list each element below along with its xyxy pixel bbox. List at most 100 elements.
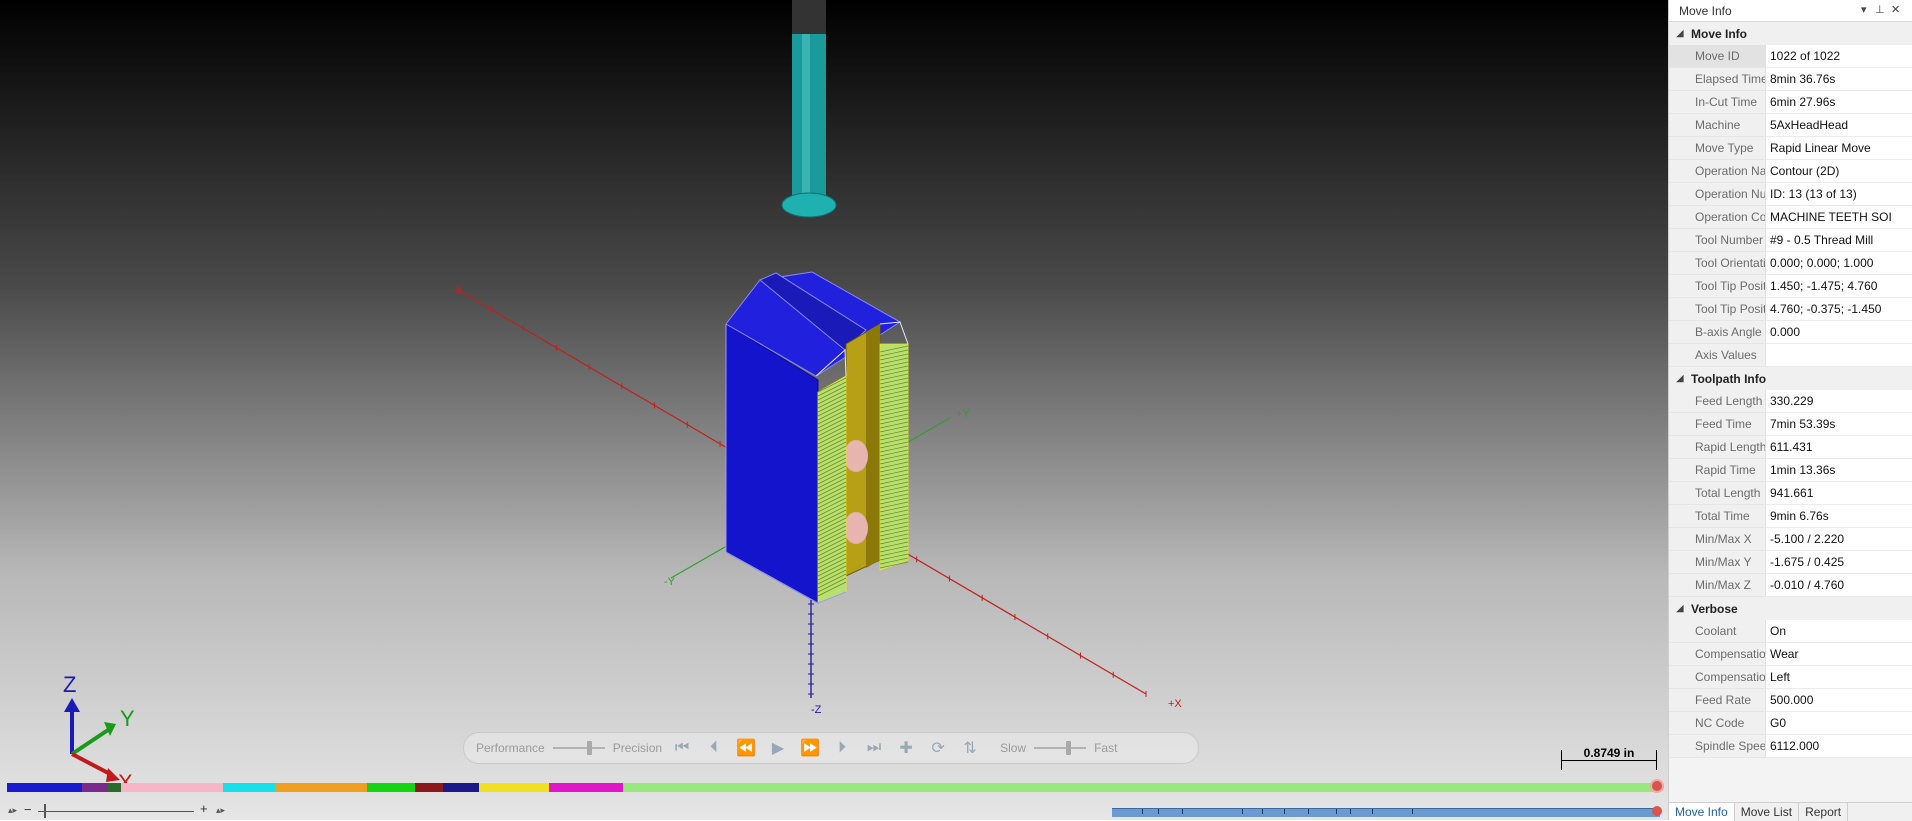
property-name: Feed Rate — [1669, 689, 1765, 712]
section-header[interactable]: ◢ Verbose — [1669, 597, 1912, 620]
scene-canvas[interactable] — [0, 0, 1668, 820]
scrubber-tick — [1412, 809, 1413, 814]
section-header[interactable]: ◢ Move Info — [1669, 22, 1912, 45]
property-row[interactable]: Compensation...Wear — [1669, 643, 1912, 666]
dropdown-icon[interactable]: ▾ — [1861, 3, 1867, 16]
timeline-segment[interactable] — [622, 783, 1657, 792]
property-row[interactable]: Min/Max X -5.100 / 2.220 — [1669, 528, 1912, 551]
timeline-segment[interactable] — [82, 783, 107, 792]
property-row[interactable]: Axis Values — [1669, 344, 1912, 367]
tab-move-info[interactable]: Move Info — [1669, 803, 1735, 821]
property-row[interactable]: Rapid Length 611.431 — [1669, 436, 1912, 459]
pin-icon[interactable]: ⊥ — [1875, 3, 1885, 16]
property-row[interactable]: Min/Max Z -0.010 / 4.760 — [1669, 574, 1912, 597]
section-title: Verbose — [1691, 601, 1738, 616]
zoom-control: ▴▸ − + ▴▸ — [0, 800, 240, 820]
property-name: Tool Tip Positio... — [1669, 298, 1765, 321]
timeline-segment[interactable] — [121, 783, 223, 792]
property-row[interactable]: Coolant On — [1669, 620, 1912, 643]
axis-label-plus-x: +X — [1168, 698, 1182, 710]
timeline-segment[interactable] — [548, 783, 623, 792]
speed-slider[interactable] — [1034, 741, 1087, 755]
property-row[interactable]: Min/Max Y -1.675 / 0.425 — [1669, 551, 1912, 574]
tab-move-list[interactable]: Move List — [1735, 803, 1800, 821]
property-row[interactable]: Total Length 941.661 — [1669, 482, 1912, 505]
performance-precision-slider[interactable] — [552, 741, 605, 755]
rewind-icon[interactable]: ⏪ — [734, 737, 758, 759]
property-row[interactable]: Compensation...Left — [1669, 666, 1912, 689]
skip-to-start-icon[interactable]: ⏮ — [670, 737, 694, 759]
property-row[interactable]: NC Code G0 — [1669, 712, 1912, 735]
timeline-segment[interactable] — [443, 783, 479, 792]
property-value: -5.100 / 2.220 — [1765, 528, 1912, 551]
property-row[interactable]: Operation Com...MACHINE TEETH SOI — [1669, 206, 1912, 229]
timeline-segment[interactable] — [275, 783, 367, 792]
axis-label-plus-y: +Y — [956, 408, 970, 420]
zoom-minus-button[interactable]: − — [24, 802, 32, 817]
property-row[interactable]: Spindle Speed6112.000 — [1669, 735, 1912, 758]
timeline-segment[interactable] — [223, 783, 275, 792]
axis-label-minus-x: -X — [452, 284, 463, 296]
property-row[interactable]: Feed Rate 500.000 — [1669, 689, 1912, 712]
simulation-viewport[interactable]: +X -X +Y -Y -Z Z Y X Performance Precisi… — [0, 0, 1668, 820]
scrubber-tick — [1372, 809, 1373, 814]
zoom-in-small-icon[interactable]: ▴▸ — [216, 805, 225, 816]
timeline-segment[interactable] — [478, 783, 549, 792]
skip-to-end-icon[interactable]: ⏭ — [862, 737, 886, 759]
property-row[interactable]: Machine 5AxHeadHead — [1669, 114, 1912, 137]
property-row[interactable]: Total Time 9min 6.76s — [1669, 505, 1912, 528]
timeline-end-marker[interactable] — [1650, 779, 1664, 793]
zoom-plus-button[interactable]: + — [200, 801, 208, 816]
triad-z-arrow — [64, 698, 80, 712]
property-row[interactable]: Tool Orientation0.000; 0.000; 1.000 — [1669, 252, 1912, 275]
property-row[interactable]: Move ID 1022 of 1022 — [1669, 45, 1912, 68]
operation-timeline[interactable] — [7, 783, 1657, 792]
collapse-icon[interactable]: ◢ — [1669, 603, 1691, 614]
triad-label-y: Y — [120, 706, 135, 731]
property-name: Feed Length — [1669, 390, 1765, 413]
step-forward-icon[interactable]: ⏵ — [830, 737, 854, 759]
property-row[interactable]: Feed Time 7min 53.39s — [1669, 413, 1912, 436]
property-row[interactable]: Tool Tip Positio...4.760; -0.375; -1.450 — [1669, 298, 1912, 321]
tab-report[interactable]: Report — [1799, 803, 1849, 821]
timeline-segment[interactable] — [367, 783, 415, 792]
zoom-out-small-icon[interactable]: ▴▸ — [8, 805, 17, 816]
zoom-slider-knob[interactable] — [44, 804, 46, 818]
collapse-icon[interactable]: ◢ — [1669, 373, 1691, 384]
close-icon[interactable]: ✕ — [1891, 3, 1900, 16]
collapse-icon[interactable]: ◢ — [1669, 28, 1691, 39]
property-value: 4.760; -0.375; -1.450 — [1765, 298, 1912, 321]
timeline-segment[interactable] — [107, 783, 121, 792]
add-stop-icon[interactable]: ✚ — [894, 737, 918, 759]
move-scrubber[interactable] — [1112, 808, 1660, 817]
zoom-slider-track[interactable] — [38, 811, 194, 812]
timeline-segment[interactable] — [415, 783, 443, 792]
step-back-icon[interactable]: ⏴ — [702, 737, 726, 759]
property-row[interactable]: Tool Tip Positio...1.450; -1.475; 4.760 — [1669, 275, 1912, 298]
property-name: Move Type — [1669, 137, 1765, 160]
section-title: Toolpath Info — [1691, 371, 1767, 386]
property-row[interactable]: Elapsed Time 8min 36.76s — [1669, 68, 1912, 91]
timeline-segment[interactable] — [7, 783, 82, 792]
property-row[interactable]: Move Type Rapid Linear Move — [1669, 137, 1912, 160]
section-header[interactable]: ◢ Toolpath Info — [1669, 367, 1912, 390]
loop-icon[interactable]: ⟳ — [926, 737, 950, 759]
property-name: Tool Orientation — [1669, 252, 1765, 275]
property-grid: ◢ Move Info Move ID 1022 of 1022 Elapsed Tim… — [1669, 22, 1912, 758]
part-hole-lower — [844, 512, 868, 544]
property-value: 5AxHeadHead — [1765, 114, 1912, 137]
triad-y-arrow — [104, 722, 116, 736]
property-row[interactable]: Tool Number #9 - 0.5 Thread Mill — [1669, 229, 1912, 252]
property-row[interactable]: In-Cut Time 6min 27.96s — [1669, 91, 1912, 114]
property-row[interactable]: Operation NameContour (2D) — [1669, 160, 1912, 183]
property-value: ID: 13 (13 of 13) — [1765, 183, 1912, 206]
property-row[interactable]: B-axis Angle 0.000 — [1669, 321, 1912, 344]
property-value: 8min 36.76s — [1765, 68, 1912, 91]
step-mode-icon[interactable]: ⇅ — [958, 737, 982, 759]
property-row[interactable]: Rapid Time 1min 13.36s — [1669, 459, 1912, 482]
move-scrubber-end-marker[interactable] — [1652, 806, 1662, 816]
fast-forward-icon[interactable]: ⏩ — [798, 737, 822, 759]
play-icon[interactable]: ▶ — [766, 737, 790, 759]
property-row[interactable]: Feed Length 330.229 — [1669, 390, 1912, 413]
property-row[interactable]: Operation Nu...ID: 13 (13 of 13) — [1669, 183, 1912, 206]
